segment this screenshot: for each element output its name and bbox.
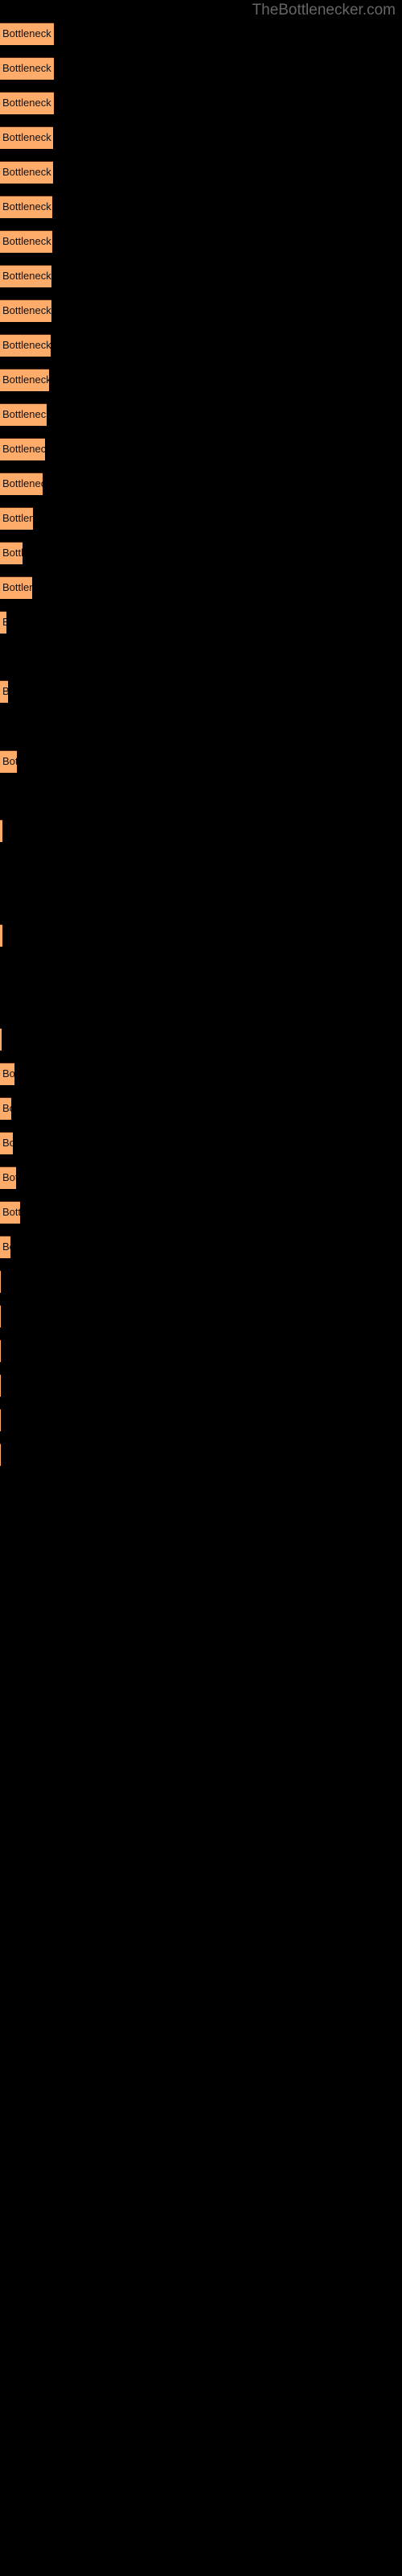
bar[interactable] bbox=[0, 1028, 2, 1051]
bar-label: Bottleneck result bbox=[2, 97, 54, 109]
bar-clip: Bottleneck result bbox=[0, 750, 17, 773]
bar[interactable] bbox=[0, 1340, 1, 1362]
bar-clip: Bottleneck result bbox=[0, 1201, 20, 1224]
bar-clip: Bottleneck result bbox=[0, 1409, 1, 1431]
bar-clip: Bottleneck result bbox=[0, 1340, 1, 1362]
bar-clip: Bottleneck result bbox=[0, 1097, 11, 1120]
bar-clip: Bottleneck result bbox=[0, 57, 54, 80]
bar-clip: Bottleneck result bbox=[0, 403, 47, 426]
bar-label: Bottleneck result bbox=[2, 131, 53, 143]
bar-label: Bottleneck result bbox=[2, 200, 52, 213]
bar-clip: Bottleneck result bbox=[0, 819, 2, 842]
bar-clip: Bottleneck result bbox=[0, 576, 32, 599]
bar-label: Bottleneck result bbox=[2, 685, 8, 697]
bar-label: Bottleneck result bbox=[2, 443, 45, 455]
bar[interactable] bbox=[0, 1443, 1, 1466]
bottleneck-chart-page: TheBottlenecker.com Bottleneck result Bot… bbox=[0, 0, 402, 2576]
bar-clip: Bottleneck result bbox=[0, 1305, 1, 1327]
bar-label: Bottleneck result bbox=[2, 1241, 10, 1253]
bar-label: Bottleneck result bbox=[2, 1067, 14, 1080]
bar-label: Bottleneck result bbox=[2, 62, 54, 74]
bar-clip: Bottleneck result bbox=[0, 1443, 1, 1466]
bar-clip: Bottleneck result bbox=[0, 438, 45, 460]
bar-clip: Bottleneck result bbox=[0, 680, 8, 703]
bar-clip: Bottleneck result bbox=[0, 1236, 10, 1258]
bar[interactable] bbox=[0, 1305, 1, 1327]
bar-clip: Bottleneck result bbox=[0, 611, 6, 634]
bar-clip: Bottleneck result bbox=[0, 126, 53, 149]
bar-label: Bottleneck result bbox=[2, 166, 53, 178]
bar-label: Bottleneck result bbox=[2, 1102, 11, 1114]
bar-label: Bottleneck result bbox=[2, 1171, 16, 1183]
bar[interactable] bbox=[0, 1409, 1, 1431]
bar-label: Bottleneck result bbox=[2, 374, 49, 386]
bar-label: Bottleneck result bbox=[2, 408, 47, 420]
bar-clip: Bottleneck result bbox=[0, 1132, 13, 1154]
bar-clip: Bottleneck result bbox=[0, 196, 52, 218]
bar[interactable] bbox=[0, 1270, 1, 1293]
bar-clip: Bottleneck result bbox=[0, 1166, 16, 1189]
bar-clip: Bottleneck result bbox=[0, 507, 33, 530]
bar-clip: Bottleneck result bbox=[0, 1270, 1, 1293]
bar-clip: Bottleneck result bbox=[0, 542, 23, 564]
bar-label: Bottleneck result bbox=[2, 512, 33, 524]
bar-clip: Bottleneck result bbox=[0, 369, 49, 391]
bar-label: Bottleneck result bbox=[2, 755, 17, 767]
bar-clip: Bottleneck result bbox=[0, 334, 51, 357]
bar-clip: Bottleneck result bbox=[0, 1063, 14, 1085]
bar[interactable] bbox=[0, 1374, 1, 1397]
bar-clip: Bottleneck result bbox=[0, 265, 51, 287]
bar-clip: Bottleneck result bbox=[0, 1028, 2, 1051]
bar-clip: Bottleneck result bbox=[0, 23, 54, 45]
bar-label: Bottleneck result bbox=[2, 235, 52, 247]
bar-label: Bottleneck result bbox=[2, 477, 43, 489]
bar-clip: Bottleneck result bbox=[0, 230, 52, 253]
bar-clip: Bottleneck result bbox=[0, 299, 51, 322]
bar-label: Bottleneck result bbox=[2, 270, 51, 282]
bar-label: Bottleneck result bbox=[2, 304, 51, 316]
bar-label: Bottleneck result bbox=[2, 616, 6, 628]
bar-clip: Bottleneck result bbox=[0, 161, 53, 184]
bar-label: Bottleneck result bbox=[2, 27, 54, 39]
bar-label: Bottleneck result bbox=[2, 547, 23, 559]
bar-label: Bottleneck result bbox=[2, 1206, 20, 1218]
bar-label: Bottleneck result bbox=[2, 581, 32, 593]
bar-clip: Bottleneck result bbox=[0, 924, 2, 947]
bar-clip: Bottleneck result bbox=[0, 473, 43, 495]
bar-label: Bottleneck result bbox=[2, 339, 51, 351]
page-title: TheBottlenecker.com bbox=[252, 2, 396, 19]
bar-clip: Bottleneck result bbox=[0, 92, 54, 114]
bar-label: Bottleneck result bbox=[2, 1137, 13, 1149]
bar-clip: Bottleneck result bbox=[0, 1374, 1, 1397]
